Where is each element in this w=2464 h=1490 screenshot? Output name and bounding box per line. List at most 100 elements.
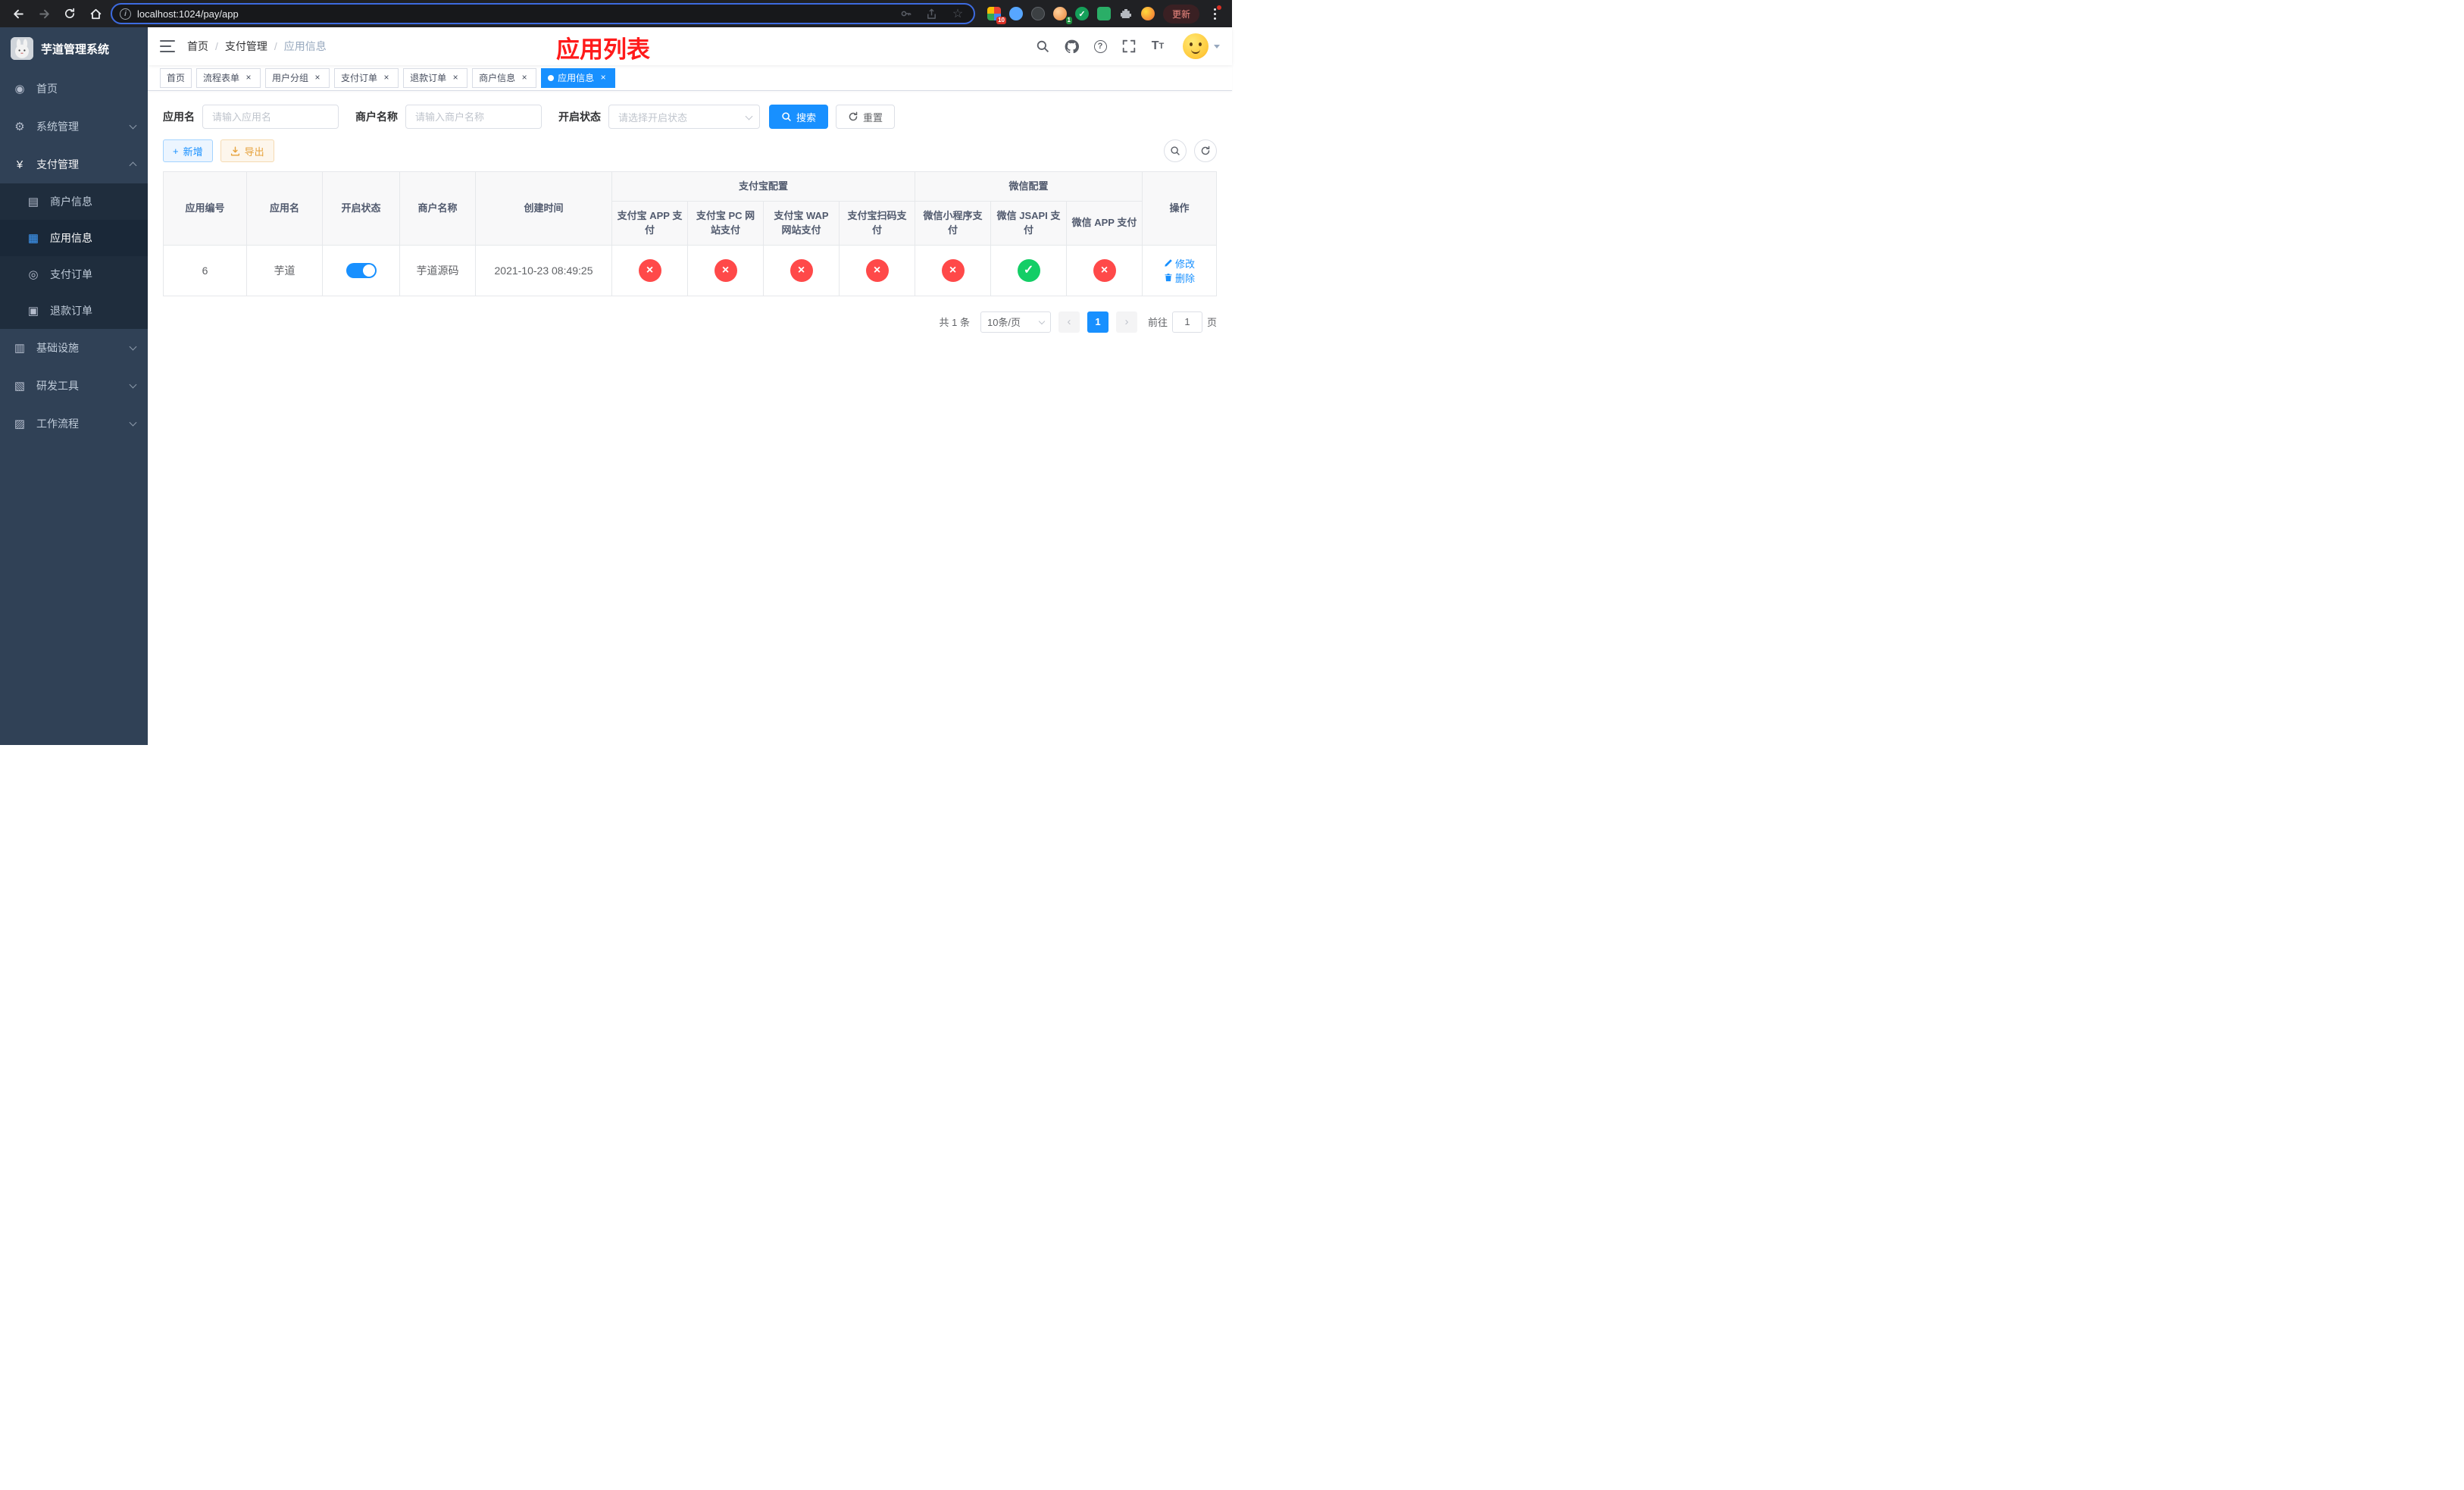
sidebar-item-merchant-info[interactable]: ▤ 商户信息: [0, 183, 148, 220]
merchant-card-icon: ▤: [27, 196, 39, 208]
col-app-name: 应用名: [246, 171, 323, 246]
browser-chrome: i localhost:1024/pay/app ☆ 10 1 ✓ 更新: [0, 0, 1232, 27]
tag-user-group[interactable]: 用户分组 ×: [265, 67, 330, 88]
bookmark-star-icon[interactable]: ☆: [949, 5, 966, 22]
back-button[interactable]: [8, 3, 29, 24]
edit-button[interactable]: 修改: [1164, 256, 1195, 271]
address-bar[interactable]: i localhost:1024/pay/app ☆: [111, 3, 975, 24]
extension-check-icon[interactable]: ✓: [1074, 7, 1089, 20]
tag-app-info[interactable]: 应用信息 ×: [541, 67, 616, 88]
help-icon[interactable]: ?: [1092, 38, 1108, 55]
app-title: 芋道管理系统: [41, 42, 110, 56]
sidebar-item-workflow[interactable]: ▨ 工作流程: [0, 405, 148, 443]
sidebar-menu: ◉ 首页 ⚙ 系统管理 ¥ 支付管理 ▤ 商户信息 ▦ 应用信息 ◎ 支付订单 …: [0, 70, 148, 443]
col-alipay-wap: 支付宝 WAP 网站支付: [763, 200, 840, 246]
close-icon[interactable]: ×: [243, 72, 254, 83]
tag-process-form[interactable]: 流程表单 ×: [196, 67, 261, 88]
chevron-down-icon: [1214, 44, 1220, 49]
plus-icon: +: [173, 145, 179, 157]
goto-page-input[interactable]: [1171, 311, 1202, 333]
dashboard-icon: ◉: [14, 83, 25, 95]
extension-grid-icon[interactable]: 10: [987, 7, 1006, 24]
search-button[interactable]: 搜索: [769, 105, 829, 129]
extension-chat-icon[interactable]: [1096, 7, 1111, 20]
page-title: 应用列表: [556, 36, 651, 63]
status-label: 开启状态: [558, 111, 601, 123]
yen-icon: ¥: [16, 158, 23, 171]
sidebar-item-app-info[interactable]: ▦ 应用信息: [0, 220, 148, 256]
status-toggle[interactable]: [346, 262, 377, 278]
password-key-icon[interactable]: [898, 5, 915, 22]
status-cross-icon: ×: [638, 258, 661, 282]
extension-dark-icon[interactable]: [1030, 7, 1045, 20]
forward-button[interactable]: [33, 3, 55, 24]
tag-pay-order[interactable]: 支付订单 ×: [334, 67, 399, 88]
table-toolbar: + 新增 导出: [163, 139, 1217, 162]
app-name-input[interactable]: [202, 105, 339, 129]
extensions-puzzle-icon[interactable]: [1119, 7, 1133, 20]
page-1-button[interactable]: 1: [1087, 311, 1108, 333]
sidebar-item-infra[interactable]: ▥ 基础设施: [0, 329, 148, 367]
tag-refund-order[interactable]: 退款订单 ×: [403, 67, 468, 88]
col-wechat-app: 微信 APP 支付: [1066, 200, 1143, 246]
reload-button[interactable]: [59, 3, 80, 24]
user-menu[interactable]: [1183, 33, 1220, 59]
tags-view: 首页 流程表单 × 用户分组 × 支付订单 × 退款订单 × 商户信息 × 应用…: [148, 65, 1232, 91]
breadcrumb-home[interactable]: 首页: [187, 39, 208, 54]
close-icon[interactable]: ×: [598, 72, 608, 83]
reset-button[interactable]: 重置: [836, 105, 896, 129]
refresh-table-button[interactable]: [1194, 139, 1217, 162]
extension-badge: 10: [996, 17, 1006, 24]
next-page-button[interactable]: ›: [1115, 311, 1137, 333]
col-status: 开启状态: [322, 171, 400, 246]
sidebar-item-devtools[interactable]: ▧ 研发工具: [0, 367, 148, 405]
export-button[interactable]: 导出: [220, 139, 274, 162]
home-button[interactable]: [85, 3, 106, 24]
breadcrumb-payment[interactable]: 支付管理: [225, 39, 267, 54]
col-wechat-mini: 微信小程序支付: [915, 200, 992, 246]
url-text[interactable]: localhost:1024/pay/app: [137, 8, 892, 20]
status-select[interactable]: 请选择开启状态: [608, 105, 760, 129]
extension-avatar-icon[interactable]: 1: [1052, 7, 1072, 24]
sidebar-item-refund-order[interactable]: ▣ 退款订单: [0, 293, 148, 329]
browser-menu-icon[interactable]: [1208, 5, 1221, 22]
sidebar-item-system[interactable]: ⚙ 系统管理: [0, 108, 148, 146]
profile-avatar-icon[interactable]: [1140, 7, 1155, 20]
add-button[interactable]: + 新增: [163, 139, 213, 162]
fullscreen-icon[interactable]: [1121, 38, 1137, 55]
toggle-search-button[interactable]: [1164, 139, 1187, 162]
goto-label: 前往: [1147, 317, 1168, 328]
extensions-area: 10 1 ✓ 更新: [980, 4, 1224, 24]
delete-button[interactable]: 删除: [1164, 271, 1195, 285]
sidebar-toggle-icon[interactable]: [160, 40, 175, 52]
channel-status-cell: ×: [611, 244, 688, 296]
share-icon[interactable]: [924, 5, 940, 22]
page-info-icon[interactable]: i: [120, 8, 131, 20]
close-icon[interactable]: ×: [450, 72, 461, 83]
prev-page-button[interactable]: ‹: [1058, 311, 1080, 333]
chevron-down-icon: [1038, 318, 1046, 324]
close-icon[interactable]: ×: [519, 72, 530, 83]
github-icon[interactable]: [1063, 38, 1080, 55]
merchant-name-input[interactable]: [405, 105, 542, 129]
chevron-down-icon: [129, 380, 137, 389]
tag-merchant-info[interactable]: 商户信息 ×: [472, 67, 537, 88]
close-icon[interactable]: ×: [312, 72, 323, 83]
extension-drop-icon[interactable]: [1008, 7, 1023, 20]
font-size-icon[interactable]: TT: [1149, 38, 1166, 55]
browser-update-button[interactable]: 更新: [1162, 4, 1199, 23]
tag-home[interactable]: 首页: [160, 67, 192, 88]
sidebar-item-pay-order[interactable]: ◎ 支付订单: [0, 256, 148, 293]
infra-icon: ▥: [14, 342, 26, 355]
close-icon[interactable]: ×: [381, 72, 392, 83]
col-actions: 操作: [1142, 171, 1217, 246]
col-alipay-qr: 支付宝扫码支付: [838, 200, 916, 246]
cell-actions: 修改 删除: [1142, 244, 1217, 296]
search-icon[interactable]: [1034, 38, 1051, 55]
sidebar-item-payment[interactable]: ¥ 支付管理: [0, 146, 148, 183]
user-avatar[interactable]: [1183, 33, 1209, 59]
sidebar-item-home[interactable]: ◉ 首页: [0, 70, 148, 108]
app-logo[interactable]: 芋道管理系统: [0, 27, 148, 70]
app-grid-icon: ▦: [27, 232, 39, 245]
page-size-select[interactable]: 10条/页: [980, 311, 1051, 333]
